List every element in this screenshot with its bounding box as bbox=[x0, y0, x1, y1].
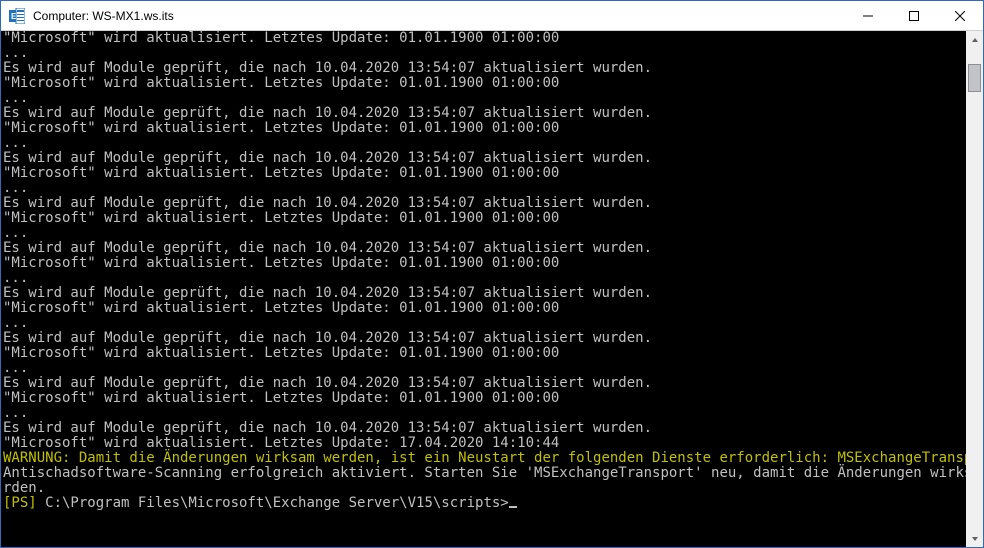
output-line: ... bbox=[3, 226, 966, 241]
cursor bbox=[509, 506, 517, 508]
output-line: Es wird auf Module geprüft, die nach 10.… bbox=[3, 376, 966, 391]
output-line: Es wird auf Module geprüft, die nach 10.… bbox=[3, 151, 966, 166]
output-line: "Microsoft" wird aktualisiert. Letztes U… bbox=[3, 436, 966, 451]
output-line: ... bbox=[3, 46, 966, 61]
scrollbar-thumb[interactable] bbox=[968, 64, 981, 92]
output-line: ... bbox=[3, 136, 966, 151]
output-line: "Microsoft" wird aktualisiert. Letztes U… bbox=[3, 76, 966, 91]
output-line: "Microsoft" wird aktualisiert. Letztes U… bbox=[3, 31, 966, 46]
output-line-warning: WARNUNG: Damit die Änderungen wirksam we… bbox=[3, 451, 966, 466]
scrollbar-up-button[interactable] bbox=[966, 31, 983, 48]
terminal-output[interactable]: "Microsoft" wird aktualisiert. Letztes U… bbox=[1, 31, 966, 547]
scrollbar-down-button[interactable] bbox=[966, 530, 983, 547]
exchange-management-shell-icon: E bbox=[7, 6, 27, 26]
output-line: Es wird auf Module geprüft, die nach 10.… bbox=[3, 331, 966, 346]
client-area: "Microsoft" wird aktualisiert. Letztes U… bbox=[1, 31, 983, 547]
output-line: Es wird auf Module geprüft, die nach 10.… bbox=[3, 241, 966, 256]
output-line: "Microsoft" wird aktualisiert. Letztes U… bbox=[3, 256, 966, 271]
titlebar[interactable]: E Computer: WS-MX1.ws.its bbox=[1, 1, 983, 31]
output-line: Es wird auf Module geprüft, die nach 10.… bbox=[3, 61, 966, 76]
output-line: ... bbox=[3, 271, 966, 286]
output-line: ... bbox=[3, 406, 966, 421]
output-line: rden. bbox=[3, 481, 966, 496]
output-line: "Microsoft" wird aktualisiert. Letztes U… bbox=[3, 166, 966, 181]
output-line: Antischadsoftware-Scanning erfolgreich a… bbox=[3, 466, 966, 481]
output-line: Es wird auf Module geprüft, die nach 10.… bbox=[3, 421, 966, 436]
output-line: Es wird auf Module geprüft, die nach 10.… bbox=[3, 196, 966, 211]
minimize-button[interactable] bbox=[845, 1, 891, 30]
vertical-scrollbar[interactable] bbox=[966, 31, 983, 547]
window-frame: E Computer: WS-MX1.ws.its "Microsoft" wi… bbox=[0, 0, 984, 548]
output-line: "Microsoft" wird aktualisiert. Letztes U… bbox=[3, 346, 966, 361]
prompt-ps-tag: [PS] bbox=[3, 495, 37, 511]
output-line: "Microsoft" wird aktualisiert. Letztes U… bbox=[3, 121, 966, 136]
close-button[interactable] bbox=[937, 1, 983, 30]
prompt-path: C:\Program Files\Microsoft\Exchange Serv… bbox=[37, 495, 509, 511]
output-line: ... bbox=[3, 316, 966, 331]
prompt-line: [PS] C:\Program Files\Microsoft\Exchange… bbox=[3, 496, 966, 511]
maximize-button[interactable] bbox=[891, 1, 937, 30]
output-line: ... bbox=[3, 181, 966, 196]
output-line: "Microsoft" wird aktualisiert. Letztes U… bbox=[3, 211, 966, 226]
output-line: ... bbox=[3, 91, 966, 106]
output-line: Es wird auf Module geprüft, die nach 10.… bbox=[3, 286, 966, 301]
output-line: ... bbox=[3, 361, 966, 376]
output-line: Es wird auf Module geprüft, die nach 10.… bbox=[3, 106, 966, 121]
output-line: "Microsoft" wird aktualisiert. Letztes U… bbox=[3, 391, 966, 406]
output-line: "Microsoft" wird aktualisiert. Letztes U… bbox=[3, 301, 966, 316]
svg-text:E: E bbox=[11, 12, 17, 21]
window-title: Computer: WS-MX1.ws.its bbox=[33, 9, 845, 23]
